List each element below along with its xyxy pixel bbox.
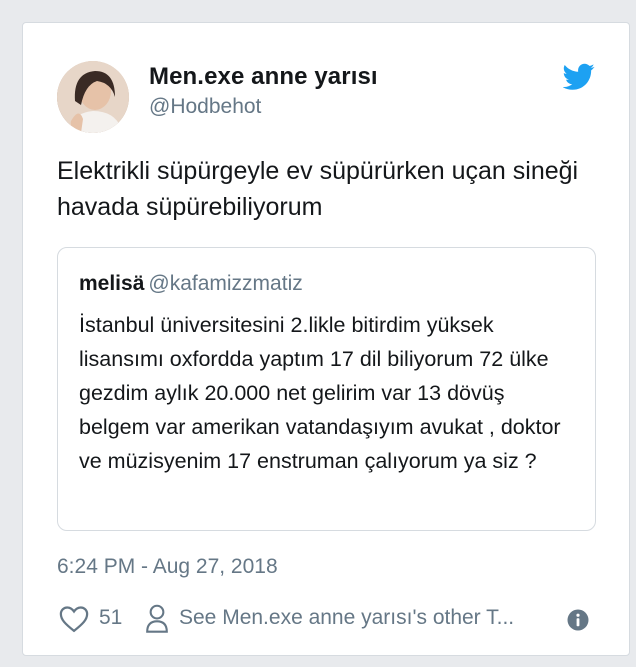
quoted-tweet[interactable]: melisä @kafamizzmatiz İstanbul üniversite… — [57, 247, 596, 531]
author-avatar[interactable] — [57, 61, 129, 133]
like-count[interactable]: 51 — [99, 606, 122, 630]
other-tweets-link[interactable]: See Men.exe anne yarısı's other T... — [179, 606, 514, 630]
tweet-actions: 51 See Men.exe anne yarısı's other T... — [57, 601, 597, 641]
info-icon[interactable] — [567, 609, 589, 631]
heart-icon[interactable] — [59, 605, 89, 633]
twitter-bird-icon[interactable] — [563, 63, 595, 91]
tweet-text: Elektrikli süpürgeyle ev süpürürken uçan… — [57, 157, 579, 221]
author-handle[interactable]: @Hodbehot — [149, 95, 261, 119]
avatar-photo-icon — [57, 61, 129, 133]
quoted-author-name: melisä — [79, 272, 145, 295]
author-display-name[interactable]: Men.exe anne yarısı — [149, 63, 378, 91]
quoted-tweet-text: İstanbul üniversitesini 2.likle bitirdim… — [79, 313, 561, 473]
tweet-card: Men.exe anne yarısı @Hodbehot Elektrikli… — [22, 22, 630, 656]
tweet-timestamp[interactable]: 6:24 PM - Aug 27, 2018 — [57, 555, 278, 579]
quoted-tweet-header: melisä @kafamizzmatiz — [79, 272, 303, 296]
person-icon — [146, 604, 168, 633]
quoted-author-handle: @kafamizzmatiz — [148, 272, 303, 295]
